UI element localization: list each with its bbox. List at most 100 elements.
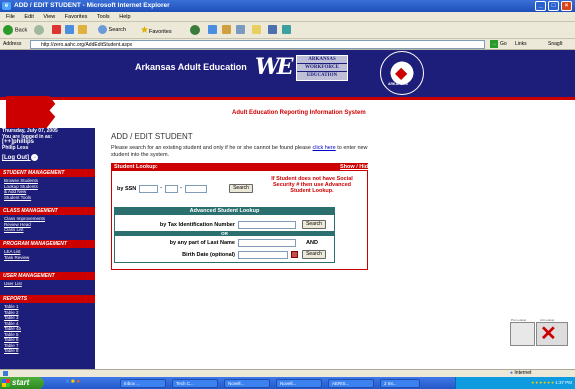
star-icon: ★	[140, 25, 149, 36]
discuss-button[interactable]	[268, 25, 277, 36]
search-icon	[98, 25, 107, 35]
messenger-button[interactable]	[282, 25, 291, 36]
workforce-logo: ARKANSAS WORKFORCE EDUCATION	[296, 55, 348, 81]
messenger-icon	[282, 25, 291, 35]
mail-icon	[222, 25, 231, 35]
ssn-label: by SSN	[117, 186, 137, 192]
ssn-part3-input[interactable]	[185, 185, 207, 193]
or-divider: OR	[114, 231, 335, 236]
window-title: ADD / EDIT STUDENT - Microsoft Internet …	[14, 2, 170, 9]
birth-date-label: Birth Date (optional)	[182, 252, 235, 258]
sidebar-link-table-8[interactable]: Table 8	[4, 348, 19, 354]
stop-icon	[52, 25, 61, 35]
birth-date-input[interactable]	[238, 251, 288, 259]
back-label: Back	[15, 27, 28, 34]
section-reports[interactable]: REPORTS	[0, 295, 95, 303]
ssn-part2-input[interactable]	[165, 185, 178, 193]
tax-search-button[interactable]: Search	[302, 220, 326, 229]
ssn-note: If Student does not have Social Security…	[271, 176, 353, 194]
click-here-link[interactable]: click here	[313, 145, 336, 151]
ssn-search-button[interactable]: Search	[229, 184, 253, 193]
edit-button[interactable]	[252, 25, 261, 36]
task-internet-explorer[interactable]: 2 Int...	[380, 379, 420, 388]
tax-id-input[interactable]	[238, 221, 296, 229]
task-tech[interactable]: Tech C...	[172, 379, 218, 388]
show-hide-link[interactable]: Show / Hide	[340, 163, 371, 171]
history-button[interactable]	[208, 25, 217, 36]
back-arrow-icon	[3, 25, 13, 35]
stop-button[interactable]	[52, 25, 61, 36]
start-button[interactable]: start	[0, 377, 44, 389]
mail-button[interactable]	[222, 25, 231, 36]
menu-help[interactable]: Help	[119, 14, 130, 20]
favorites-label: Favorites	[148, 29, 172, 35]
search-button[interactable]: Search	[98, 25, 126, 36]
start-label: start	[12, 378, 30, 387]
menu-edit[interactable]: Edit	[24, 14, 33, 20]
quicklaunch-folder-icon[interactable]: ■	[71, 379, 75, 385]
menu-favorites[interactable]: Favorites	[65, 14, 88, 20]
quicklaunch-media-icon[interactable]: ●	[76, 379, 80, 385]
sidebar-link-user-list[interactable]: User List	[4, 281, 22, 287]
quicklaunch-ie-icon[interactable]: e	[66, 379, 69, 385]
ssn-dash-2: -	[180, 185, 182, 191]
snagit-button[interactable]: SnagIt	[548, 39, 562, 50]
page-status-icon	[3, 371, 8, 376]
advanced-search-button[interactable]: Search	[302, 250, 326, 259]
ssn-part1-input[interactable]	[139, 185, 158, 193]
print-button[interactable]	[236, 25, 245, 36]
red-x-icon: ✕	[540, 323, 557, 345]
calendar-icon[interactable]	[291, 251, 298, 258]
task-aeris[interactable]: AERIS...	[328, 379, 374, 388]
close-button[interactable]: ×	[561, 1, 572, 11]
status-bar: ● Internet	[0, 369, 575, 377]
seal-text: ARKANSAS	[388, 82, 408, 86]
last-name-label: by any part of Last Name	[169, 240, 235, 246]
thumbnail-left[interactable]	[510, 322, 535, 346]
favorites-button[interactable]: ★Favorites	[140, 25, 172, 36]
security-zone: ● Internet	[510, 370, 531, 377]
menu-view[interactable]: View	[43, 14, 55, 20]
forward-arrow-icon	[34, 25, 44, 35]
tray-icons[interactable]: ● ● ● ● ● ●	[531, 380, 554, 385]
back-button[interactable]: Back	[3, 25, 27, 36]
task-novell-2[interactable]: Novell...	[276, 379, 322, 388]
banner-divider	[0, 97, 575, 100]
section-user-management[interactable]: USER MANAGEMENT	[0, 272, 95, 280]
section-student-management[interactable]: STUDENT MANAGEMENT	[0, 169, 95, 177]
menu-file[interactable]: File	[6, 14, 15, 20]
window-title-bar: e ADD / EDIT STUDENT - Microsoft Interne…	[0, 0, 575, 12]
refresh-icon	[65, 25, 74, 35]
logout-label: [Log Out]	[2, 155, 29, 162]
maximize-button[interactable]: □	[548, 1, 559, 11]
sidebar-link-class-list[interactable]: Class List	[4, 227, 24, 233]
refresh-button[interactable]	[65, 25, 74, 36]
task-novell-1[interactable]: Novell...	[224, 379, 270, 388]
system-tray: ● ● ● ● ● ● 1:37 PM	[455, 377, 575, 389]
home-button[interactable]	[78, 25, 87, 36]
task-inbox[interactable]: Inbox ...	[120, 379, 166, 388]
section-class-management[interactable]: CLASS MANAGEMENT	[0, 207, 95, 215]
clock: 1:37 PM	[555, 380, 572, 385]
section-program-management[interactable]: PROGRAM MANAGEMENT	[0, 240, 95, 248]
menu-tools[interactable]: Tools	[97, 14, 110, 20]
ie-logo-icon: e	[2, 2, 11, 10]
intro-text-before: Please search for an existing student an…	[111, 145, 313, 151]
minimize-button[interactable]: _	[535, 1, 546, 11]
and-label: AND	[306, 240, 318, 246]
sidebar-link-student-tools[interactable]: Student Tools	[4, 195, 31, 201]
lookup-title: Student Lookup:	[111, 163, 368, 171]
logo-line-2: WORKFORCE	[297, 64, 347, 72]
logout-link[interactable]: [Log Out] →	[2, 154, 38, 161]
media-button[interactable]	[190, 25, 202, 36]
last-name-input[interactable]	[238, 239, 296, 247]
address-input[interactable]: http://zero.aahc.org/AddEditStudent.aspx	[30, 40, 485, 49]
home-icon	[78, 25, 87, 35]
go-button[interactable]: Go	[500, 39, 507, 50]
banner-title: Arkansas Adult Education	[135, 62, 247, 72]
links-label[interactable]: Links	[515, 39, 527, 50]
sidebar-link-task-review[interactable]: Task Review	[4, 255, 29, 261]
quick-launch: e ■ ●	[66, 379, 80, 385]
address-label: Address	[3, 41, 22, 47]
forward-button[interactable]	[34, 25, 46, 36]
